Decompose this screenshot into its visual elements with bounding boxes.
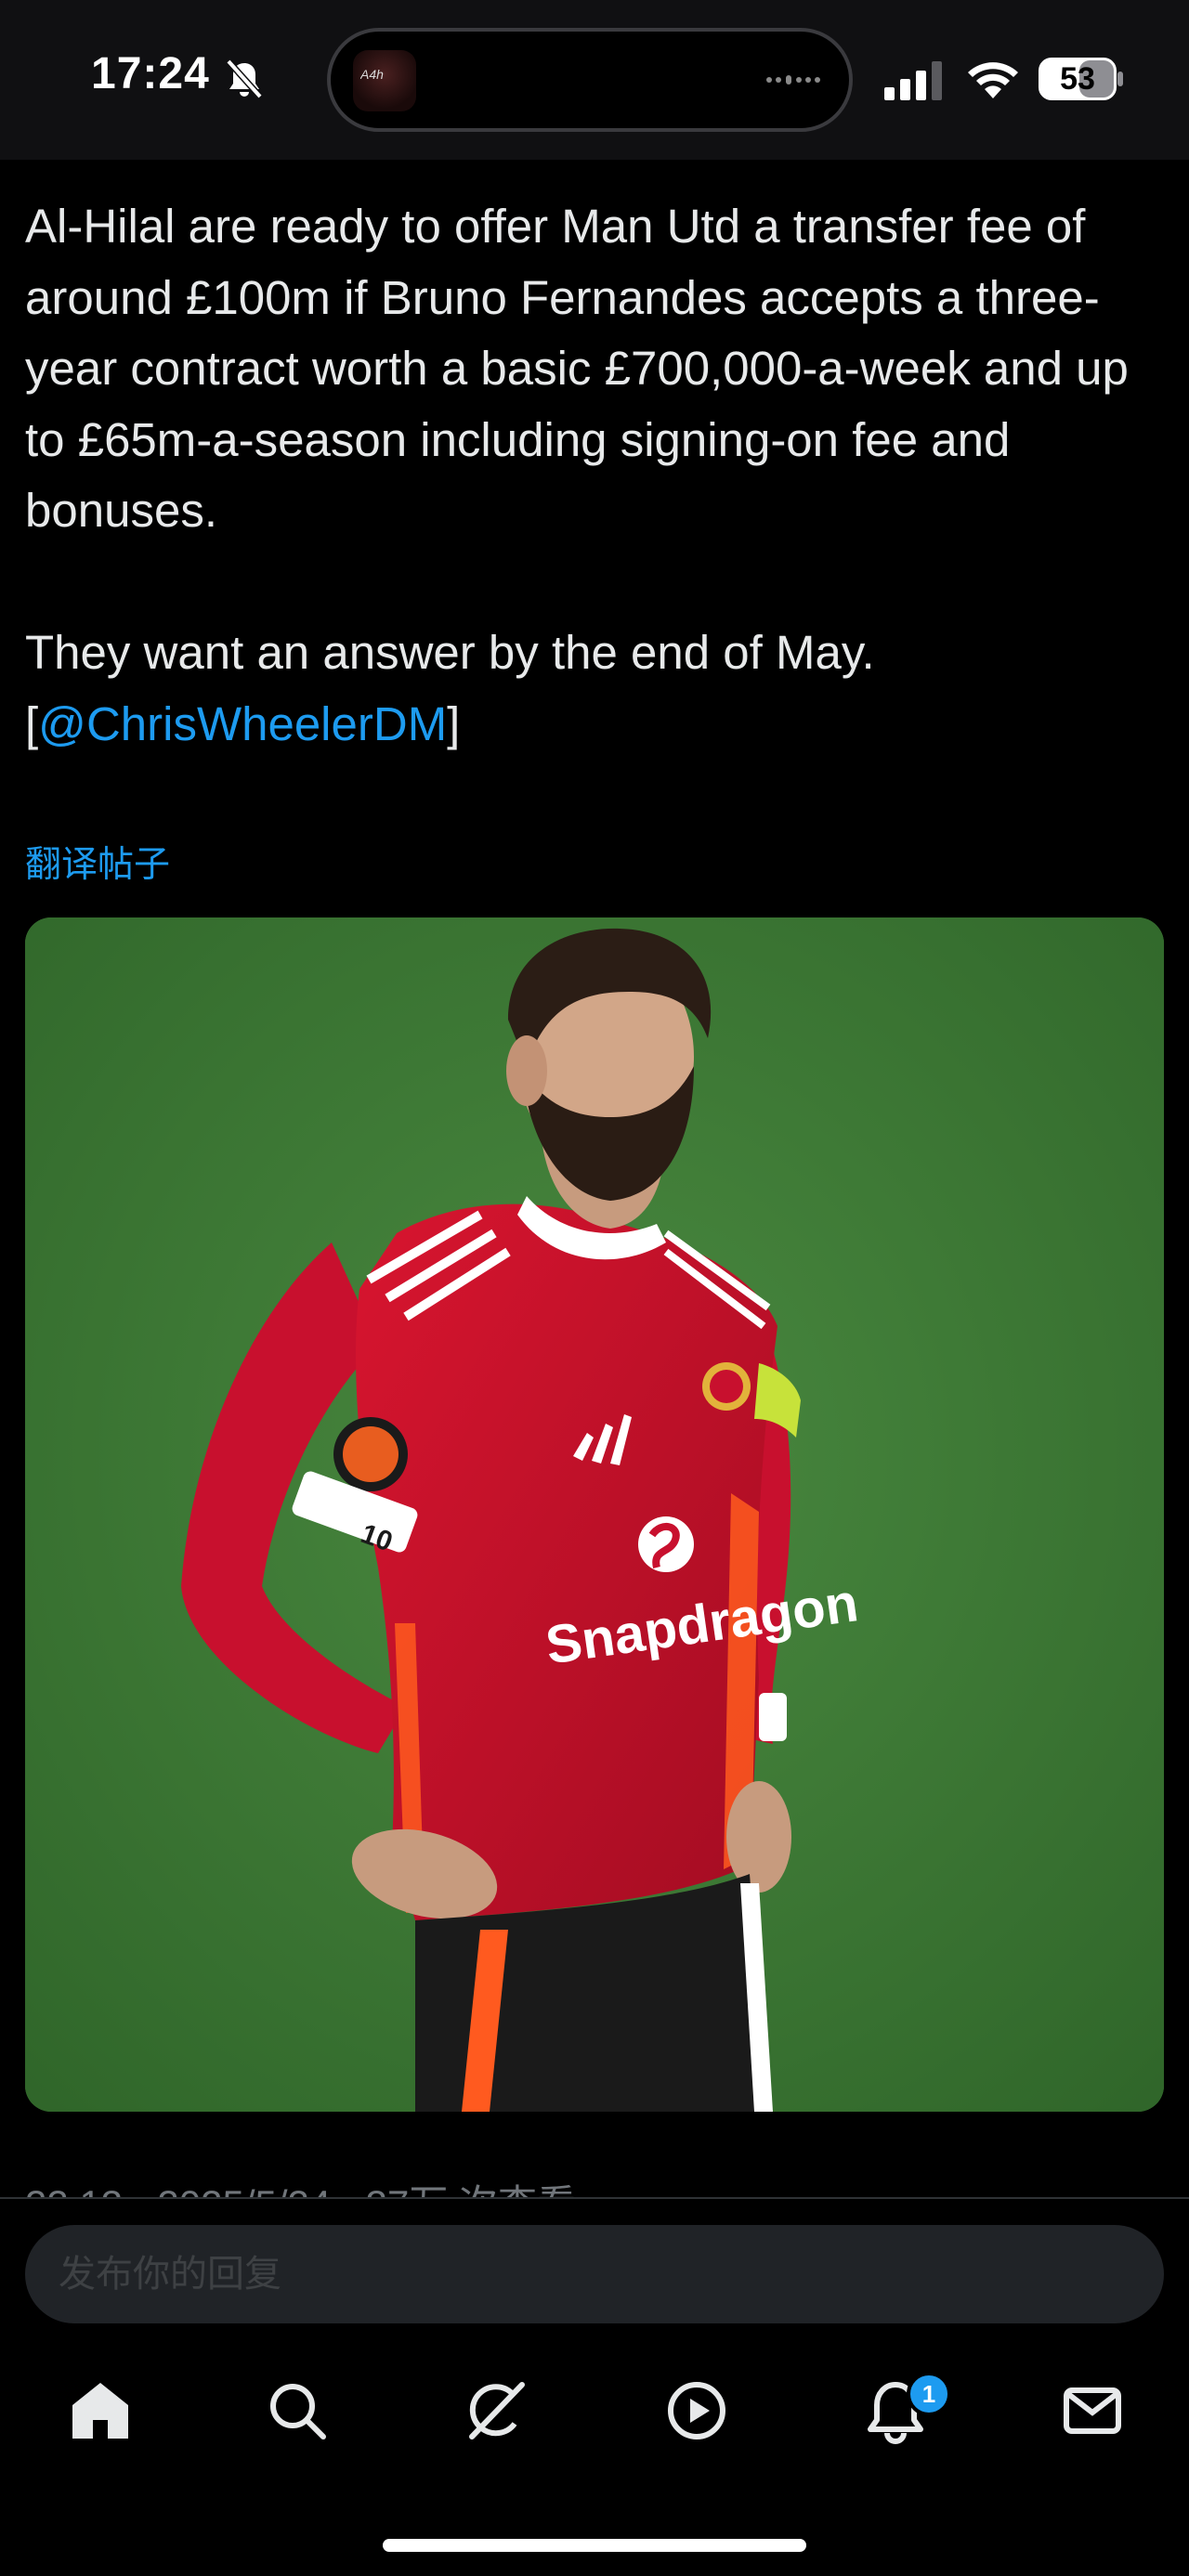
tweet-paragraph: They want an answer by the end of May. […: [25, 618, 1168, 760]
home-indicator[interactable]: [383, 2539, 806, 2552]
nav-grok[interactable]: [463, 2377, 529, 2444]
status-time: 17:24: [91, 49, 210, 98]
reply-input[interactable]: [25, 2225, 1164, 2323]
bracket-open: [: [25, 696, 39, 750]
messages-icon: [1064, 2387, 1121, 2434]
tweet-line: They want an answer by the end of May.: [25, 626, 875, 679]
translate-post-link[interactable]: 翻译帖子: [25, 836, 170, 888]
reply-bar: [0, 2197, 1189, 2329]
island-app-thumbnail: A4h: [353, 50, 416, 111]
nav-home[interactable]: [67, 2377, 134, 2444]
bracket-close: ]: [447, 696, 461, 750]
wifi-icon: [968, 62, 1018, 98]
cellular-signal-icon: [884, 61, 942, 100]
search-icon: [270, 2384, 326, 2439]
dynamic-island[interactable]: A4h: [327, 28, 853, 132]
tweet-timestamp: 22:13 · 2025/5/24 · 37万 次查看: [25, 2182, 768, 2197]
home-icon: [72, 2383, 128, 2439]
nav-messages[interactable]: [1059, 2377, 1126, 2444]
notification-badge: 1: [907, 2372, 951, 2416]
island-waveform-icon: [766, 75, 820, 85]
mention-link[interactable]: @ChrisWheelerDM: [38, 697, 447, 750]
timestamp-text: 22:13 · 2025/5/24 · 37万 次查看: [25, 2182, 768, 2197]
island-app-label: A4h: [360, 67, 384, 82]
tweet-image[interactable]: Snapdragon 10: [25, 917, 1164, 2112]
player-photo: Snapdragon 10: [25, 917, 1164, 2112]
tweet-paragraph: Al-Hilal are ready to offer Man Utd a tr…: [25, 200, 1129, 537]
grok-icon: [469, 2382, 525, 2439]
battery-level: 53: [1060, 61, 1095, 97]
status-bar: 17:24 A4h 53: [0, 0, 1189, 160]
bell-off-icon: [226, 59, 263, 99]
nav-video[interactable]: [663, 2377, 730, 2444]
video-icon: [668, 2382, 725, 2439]
tweet-text: Al-Hilal are ready to offer Man Utd a tr…: [25, 191, 1168, 760]
nav-search[interactable]: [264, 2377, 331, 2444]
